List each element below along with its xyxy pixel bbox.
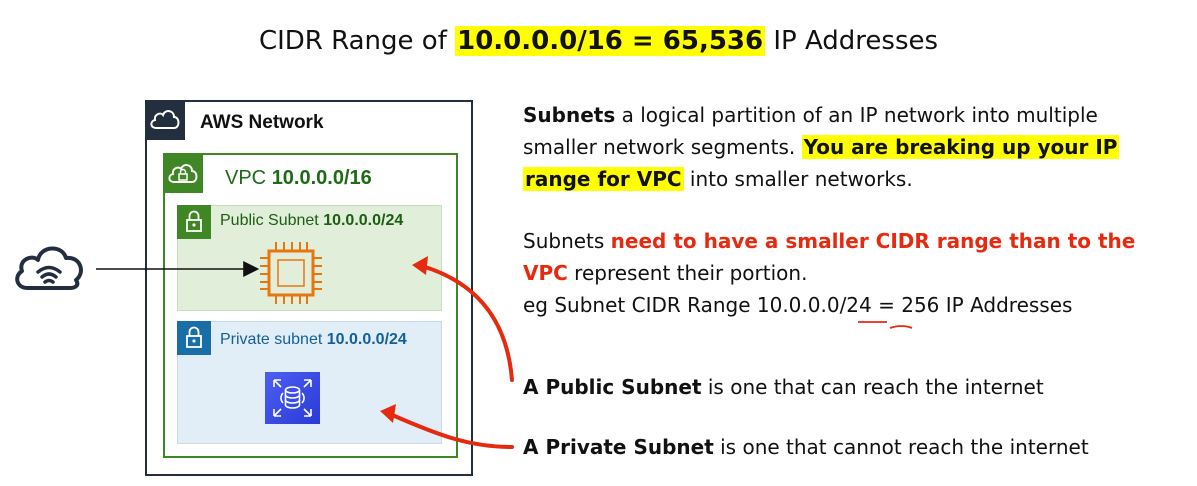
subnets-highlight-2: range for VPC xyxy=(523,167,684,191)
cidr-note-line1: Subnets xyxy=(523,229,611,253)
private-subnet-red-arrow xyxy=(380,404,514,449)
cidr-note-red-1: need to have a smaller CIDR range than t… xyxy=(610,229,1136,253)
subnets-definition-line1: a logical partition of an IP network int… xyxy=(615,103,1098,127)
private-subnet-rest: is one that cannot reach the internet xyxy=(713,435,1089,459)
public-subnet-definition: A Public Subnet is one that can reach th… xyxy=(523,371,1044,403)
public-subnet-rest: is one that can reach the internet xyxy=(701,375,1044,399)
cidr-note-red-2: VPC xyxy=(523,261,568,285)
cidr-underline-annotation xyxy=(858,321,913,329)
cidr-example: eg Subnet CIDR Range 10.0.0.0/24 = 256 I… xyxy=(523,293,1073,317)
subnets-cidr-note: Subnets need to have a smaller CIDR rang… xyxy=(523,225,1135,321)
subnets-definition: Subnets a logical partition of an IP net… xyxy=(523,99,1120,195)
subnets-definition-line2: smaller network segments. xyxy=(523,135,802,159)
cidr-note-line2: represent their portion. xyxy=(567,261,808,285)
private-subnet-term: A Private Subnet xyxy=(523,435,714,459)
private-subnet-definition: A Private Subnet is one that cannot reac… xyxy=(523,431,1089,463)
subnets-definition-line3: into smaller networks. xyxy=(683,167,913,191)
public-subnet-term: A Public Subnet xyxy=(523,375,702,399)
subnets-term: Subnets xyxy=(523,103,616,127)
public-subnet-red-arrow xyxy=(412,256,514,382)
subnets-highlight-1: You are breaking up your IP xyxy=(801,135,1120,159)
